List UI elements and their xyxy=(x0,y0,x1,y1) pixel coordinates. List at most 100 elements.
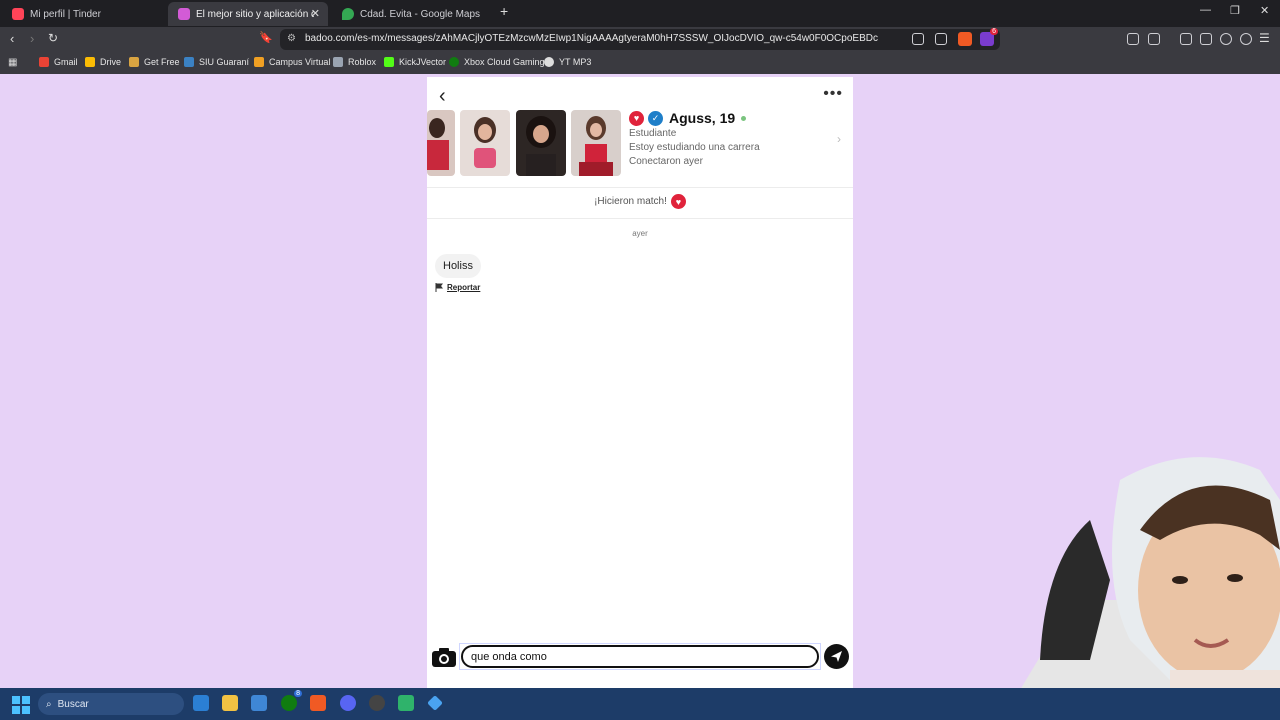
bookmark-label: SIU Guaraní xyxy=(199,57,250,67)
leo-ai-icon[interactable] xyxy=(1220,33,1232,45)
discord-icon[interactable] xyxy=(340,695,356,711)
profile-name-row[interactable]: ♥ ✓ Aguss, 19 xyxy=(629,110,747,126)
bookmark-campus-virtual[interactable]: Campus Virtual xyxy=(254,57,330,67)
bookmark-label: Campus Virtual xyxy=(269,57,331,67)
brave-shield-icon[interactable] xyxy=(958,32,972,46)
kick-icon xyxy=(384,57,394,67)
rewards-icon[interactable]: 6 xyxy=(980,28,998,46)
share-icon[interactable] xyxy=(935,33,947,45)
bookmark-label: Get Free xyxy=(144,57,180,67)
yt-mp3-icon xyxy=(544,57,554,67)
tab-title: Cdad. Evita - Google Maps xyxy=(360,8,481,20)
vpn-icon[interactable] xyxy=(1240,33,1252,45)
xbox-badge: 8 xyxy=(294,690,302,697)
bookmarks-bar: ▦ Gmail Drive Get Free SIU Guaraní Campu… xyxy=(0,52,1280,74)
back-icon[interactable]: ‹ xyxy=(10,31,14,46)
profile-photo-1[interactable] xyxy=(427,110,455,176)
moodle-icon xyxy=(254,57,264,67)
new-tab-button[interactable]: + xyxy=(500,3,508,19)
bookmark-siu-guarani[interactable]: SIU Guaraní xyxy=(184,57,249,67)
taskbar: ⌕ Buscar 8 xyxy=(0,688,1280,720)
send-button[interactable] xyxy=(824,644,849,669)
drive-icon xyxy=(85,57,95,67)
tab-bar: Mi perfil | Tinder El mejor sitio y apli… xyxy=(0,0,1280,27)
close-window-icon[interactable]: ✕ xyxy=(1260,4,1269,17)
site-info-icon[interactable]: ⚙ xyxy=(287,33,296,44)
sidebar-icon[interactable] xyxy=(1180,33,1192,45)
bookmark-roblox[interactable]: Roblox xyxy=(333,57,376,67)
copilot-icon[interactable] xyxy=(427,695,443,711)
reload-icon[interactable]: ↻ xyxy=(48,31,58,45)
bookmark-xbox-cloud-gaming[interactable]: Xbox Cloud Gaming xyxy=(449,57,545,67)
search-label: Buscar xyxy=(57,698,89,710)
bookmark-label: Gmail xyxy=(54,57,78,67)
verified-check-icon: ✓ xyxy=(648,110,663,126)
message-input-wrapper xyxy=(459,643,821,670)
online-dot-icon xyxy=(741,115,747,121)
bookmark-kickjvector[interactable]: KickJVector xyxy=(384,57,446,67)
match-heart-icon: ♥ xyxy=(670,194,686,209)
report-link[interactable]: Reportar xyxy=(435,283,480,292)
more-options-icon[interactable]: ••• xyxy=(823,85,843,103)
tab-google-maps[interactable]: Cdad. Evita - Google Maps xyxy=(332,2,494,26)
profile-photo-3[interactable] xyxy=(516,110,566,176)
match-banner: ¡Hicieron match! ♥ xyxy=(427,194,853,209)
match-text: ¡Hicieron match! xyxy=(594,196,667,207)
message-input[interactable] xyxy=(461,645,819,668)
apps-grid-icon[interactable]: ▦ xyxy=(8,57,17,68)
windows-start-icon[interactable] xyxy=(12,696,30,714)
tab-badoo[interactable]: El mejor sitio y aplicación de cita ✕ xyxy=(168,2,328,26)
webcam-overlay xyxy=(960,440,1280,720)
bookmark-gmail[interactable]: Gmail xyxy=(39,57,78,67)
profile-occupation: Estudiante xyxy=(629,128,677,139)
bookmark-get-free[interactable]: Get Free xyxy=(129,57,180,67)
siu-icon xyxy=(184,57,194,67)
xbox-app-icon[interactable]: 8 xyxy=(281,690,302,711)
taskbar-search[interactable]: ⌕ Buscar xyxy=(38,693,184,715)
menu-icon[interactable]: ☰ xyxy=(1259,31,1270,45)
brave-browser-icon[interactable] xyxy=(310,695,326,711)
bookmark-icon[interactable]: 🔖 xyxy=(259,31,273,44)
tabs-icon[interactable] xyxy=(1200,33,1212,45)
extensions-icon[interactable] xyxy=(1127,33,1139,45)
camera-icon[interactable] xyxy=(431,646,457,668)
cast-icon[interactable] xyxy=(912,33,924,45)
bookmark-label: Xbox Cloud Gaming xyxy=(464,57,545,67)
obs-icon[interactable] xyxy=(369,695,385,711)
bookmark-drive[interactable]: Drive xyxy=(85,57,121,67)
file-explorer-icon[interactable] xyxy=(222,695,238,711)
forward-icon[interactable]: › xyxy=(30,31,34,46)
extension-badge: 6 xyxy=(990,28,998,35)
profile-photo-4[interactable] xyxy=(571,110,621,176)
roblox-icon xyxy=(333,57,343,67)
close-tab-icon[interactable]: ✕ xyxy=(311,7,320,20)
gmail-icon xyxy=(39,57,49,67)
tab-tinder[interactable]: Mi perfil | Tinder xyxy=(2,2,168,26)
maps-pin-icon xyxy=(342,8,354,20)
badoo-icon xyxy=(178,8,190,20)
wallet-icon[interactable] xyxy=(1148,33,1160,45)
profile-photo-2[interactable] xyxy=(460,110,510,176)
tab-title: El mejor sitio y aplicación de cita xyxy=(196,8,314,20)
match-heart-icon: ♥ xyxy=(629,110,644,126)
app-icon[interactable] xyxy=(398,695,414,711)
url-field[interactable]: ⚙ badoo.com/es-mx/messages/zAhMACjlyOTEz… xyxy=(280,29,1000,50)
store-icon[interactable] xyxy=(251,695,267,711)
divider xyxy=(427,187,853,188)
message-composer xyxy=(427,640,853,680)
chat-panel: ‹ ••• ♥ ✓ Aguss, 19 Estudiante Estoy est… xyxy=(427,77,853,688)
divider xyxy=(427,218,853,219)
url-text: badoo.com/es-mx/messages/zAhMACjlyOTEzMz… xyxy=(305,33,878,44)
chevron-right-icon[interactable]: › xyxy=(837,132,841,146)
widgets-icon[interactable] xyxy=(193,695,209,711)
bookmark-label: KickJVector xyxy=(399,57,447,67)
minimize-icon[interactable]: — xyxy=(1200,4,1211,16)
flag-icon xyxy=(435,283,443,292)
back-arrow-icon[interactable]: ‹ xyxy=(439,85,446,108)
send-icon xyxy=(831,651,842,662)
maximize-icon[interactable]: ❐ xyxy=(1230,4,1240,17)
profile-name: Aguss, 19 xyxy=(669,110,736,126)
message-text: Holiss xyxy=(443,260,473,272)
tinder-icon xyxy=(12,8,24,20)
bookmark-yt-mp3[interactable]: YT MP3 xyxy=(544,57,591,67)
